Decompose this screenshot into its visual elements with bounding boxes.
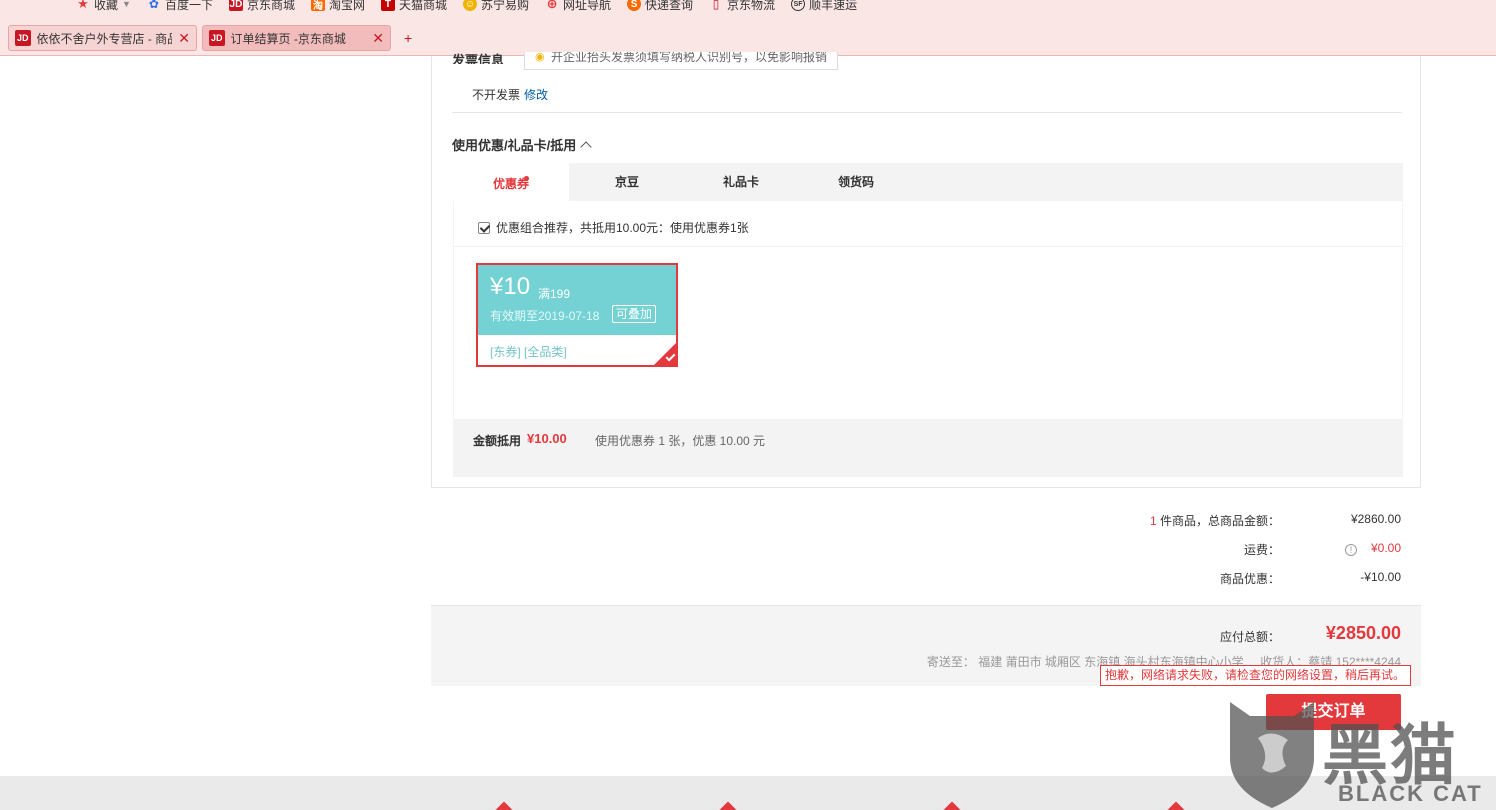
discount-summary: 金额抵用 ¥10.00 使用优惠券 1 张，优惠 10.00 元: [453, 419, 1403, 477]
bookmark-sf[interactable]: SF 顺丰速运: [791, 0, 857, 13]
new-tab-icon[interactable]: +: [404, 30, 412, 46]
goods-discount: -¥10.00: [1360, 570, 1401, 584]
shipping-row: 运费： ! ¥0.00: [1243, 541, 1401, 557]
taobao-icon: 淘: [310, 0, 325, 12]
footer-icon: [943, 801, 961, 810]
bookmark-jd[interactable]: JD 京东商城: [228, 0, 295, 13]
express-icon: S: [627, 0, 642, 11]
chevron-up-icon: [580, 141, 592, 153]
bookmark-suning[interactable]: ☺ 苏宁易购: [463, 0, 529, 13]
jd-icon: JD: [228, 0, 243, 11]
close-icon[interactable]: ✕: [178, 30, 190, 47]
goods-amount: ¥2860.00: [1350, 512, 1401, 526]
checkout-panel: 发票信息 ◉ 开企业抬头发票须填写纳税人识别号，以免影响报销 不开发票 修改 使…: [431, 52, 1421, 488]
discount-tabs: 优惠券 京豆 礼品卡 领货码: [453, 163, 1403, 201]
invoice-tip: ◉ 开企业抬头发票须填写纳税人识别号，以免影响报销: [524, 52, 838, 70]
browser-tabs: JD 依依不舍户外专营店 - 商品 ✕ JD 订单结算页 -京东商城 ✕ +: [0, 18, 1496, 56]
footer-icon: [1167, 801, 1185, 810]
tab-gift-card[interactable]: 礼品卡: [683, 163, 799, 201]
coupon-amount: ¥10: [490, 273, 531, 300]
close-icon[interactable]: ✕: [372, 30, 384, 47]
coupon-area: 优惠组合推荐，共抵用10.00元：使用优惠券1张 ¥10 满199 有效期至20…: [453, 201, 1403, 419]
tab-coupons[interactable]: 优惠券: [453, 163, 569, 201]
lightbulb-icon: ◉: [535, 52, 545, 63]
bookmark-jd-logistics[interactable]: ▯ 京东物流: [709, 0, 775, 13]
shipping-fee: ¥0.00: [1370, 541, 1401, 555]
jd-icon: JD: [209, 30, 225, 46]
discount-section-toggle[interactable]: 使用优惠/礼品卡/抵用: [452, 135, 592, 154]
bookmark-nav[interactable]: ⊕ 网址导航: [545, 0, 611, 13]
bookmark-favorites[interactable]: ★ 收藏 ▼: [76, 0, 131, 13]
document-icon: ▯: [712, 0, 720, 11]
bookmark-baidu[interactable]: ✿ 百度一下: [147, 0, 213, 13]
coupon-stackable-badge: 可叠加: [612, 305, 657, 323]
tab-redeem-code[interactable]: 领货码: [798, 163, 914, 201]
coupon-validity: 有效期至2019-07-18: [490, 309, 600, 323]
tab-checkout[interactable]: JD 订单结算页 -京东商城 ✕: [202, 25, 391, 51]
payable-total: ¥2850.00: [1325, 623, 1401, 643]
tmall-icon: T: [380, 0, 395, 11]
goods-amount-row: 1 件商品，总商品金额： ¥2860.00: [1149, 512, 1401, 528]
bookmark-express[interactable]: S 快递查询: [627, 0, 693, 13]
discount-summary-desc: 使用优惠券 1 张，优惠 10.00 元: [595, 434, 766, 448]
info-icon[interactable]: !: [1344, 544, 1357, 556]
coupon-categories: [东券] [全品类]: [490, 345, 567, 359]
bookmark-taobao[interactable]: 淘淘宝网: [310, 0, 365, 13]
recommend-checkbox-row[interactable]: 优惠组合推荐，共抵用10.00元：使用优惠券1张: [478, 219, 749, 236]
network-error-message: 抱歉，网络请求失败，请检查您的网络设置，稍后再试。: [1100, 665, 1411, 686]
caret-down-icon: ▼: [122, 0, 131, 9]
divider: [454, 246, 1402, 247]
black-cat-logo-icon: [1230, 702, 1314, 808]
baidu-icon: ✿: [148, 0, 159, 11]
item-count: 1: [1149, 514, 1157, 528]
globe-icon: ⊕: [546, 0, 558, 11]
footer-icon: [719, 801, 737, 810]
watermark-en: BLACK CAT: [1338, 781, 1483, 806]
coupon-card[interactable]: ¥10 满199 有效期至2019-07-18 可叠加 [东券] [全品类]: [476, 263, 678, 367]
bookmark-tmall[interactable]: T 天猫商城: [380, 0, 447, 13]
recommend-checkbox[interactable]: [478, 221, 490, 234]
star-icon: ★: [77, 0, 89, 11]
invoice-edit-link[interactable]: 修改: [524, 86, 548, 103]
tab-jingdou[interactable]: 京豆: [569, 163, 685, 201]
footer-icon: [495, 801, 513, 810]
bookmarks-bar: ★ 收藏 ▼ ✿ 百度一下 JD 京东商城 淘淘宝网 T 天猫商城 ☺ 苏宁易购 ⊕ 网址导航…: [0, 0, 1496, 18]
notification-dot: [524, 176, 529, 181]
coupon-header: ¥10 满199 有效期至2019-07-18 可叠加: [478, 265, 676, 335]
suning-icon: ☺: [463, 0, 477, 11]
jd-icon: JD: [15, 30, 31, 46]
invoice-title: 发票信息: [452, 53, 505, 64]
discount-summary-value: ¥10.00: [527, 431, 567, 446]
tab-store[interactable]: JD 依依不舍户外专营店 - 商品 ✕: [8, 25, 197, 51]
coupon-condition: 满199: [538, 287, 571, 301]
discount-row: 商品优惠： -¥10.00: [1219, 570, 1401, 586]
invoice-status: 不开发票: [472, 88, 521, 102]
divider: [452, 112, 1402, 113]
sf-icon: SF: [791, 0, 806, 11]
